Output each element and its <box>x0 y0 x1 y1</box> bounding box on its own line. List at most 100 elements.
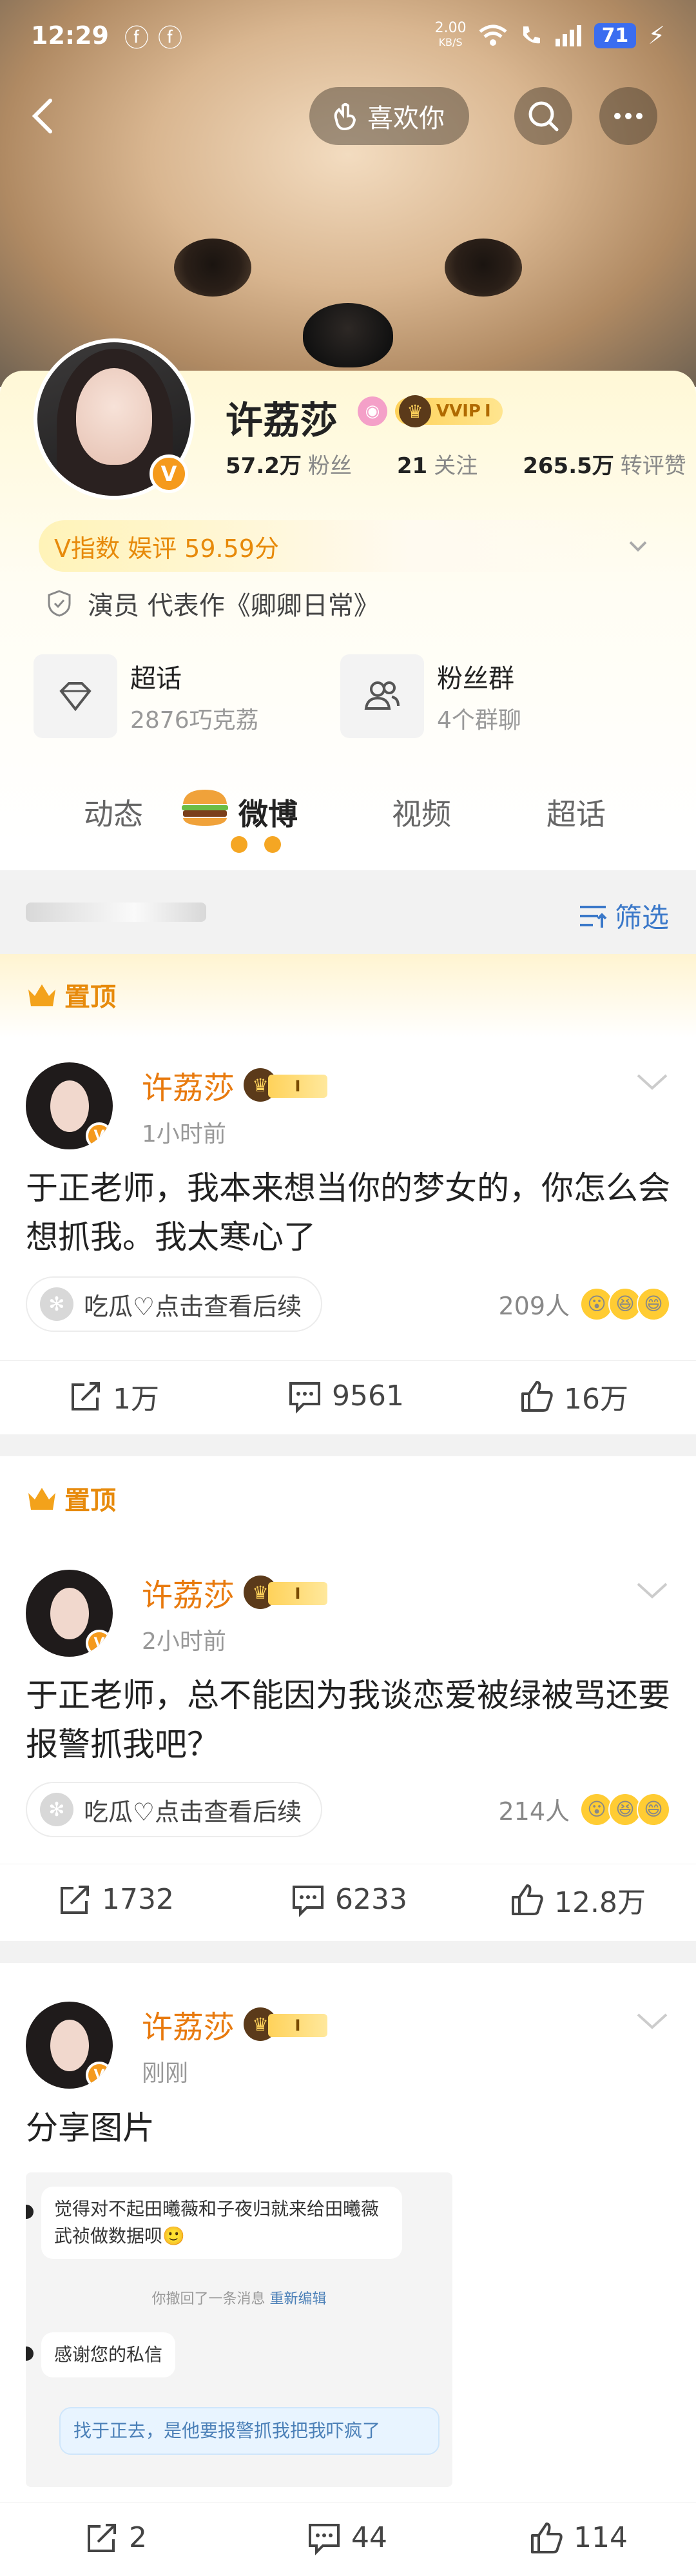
reactors-row[interactable]: 214人 😮 😆 😄 <box>498 1791 670 1827</box>
chevron-down-icon[interactable] <box>634 1070 670 1093</box>
filter-bar: 筛选 <box>0 870 696 954</box>
share-icon <box>88 2523 116 2552</box>
crown-icon <box>28 1488 55 1510</box>
supertopic-entry[interactable]: 超话 2876巧克荔 <box>34 654 259 738</box>
post-divider <box>0 1434 696 1456</box>
chevron-down-icon[interactable] <box>634 2009 670 2033</box>
occupation-row: 演员 代表作《卿卿日常》 <box>45 585 380 622</box>
supertopic-text: 超话 2876巧克荔 <box>130 658 259 735</box>
tab-supertopic[interactable]: 超话 <box>546 791 606 834</box>
post-avatar[interactable]: V <box>26 1062 113 1149</box>
sub-tab-scroller[interactable] <box>26 903 206 922</box>
share-count: 2 <box>129 2521 147 2554</box>
member-level: I <box>268 1075 328 1098</box>
like-button[interactable]: 114 <box>528 2520 628 2556</box>
tab-weibo[interactable]: 微博 <box>238 791 298 834</box>
likes-label: 转评赞 <box>620 453 686 479</box>
post-text: 分享图片 <box>26 2109 155 2147</box>
chat-avatar-dot <box>26 2347 34 2361</box>
avatar[interactable]: V <box>34 338 195 500</box>
search-tag-icon[interactable]: ◉ <box>358 396 387 426</box>
shared-image[interactable]: 觉得对不起田曦薇和子夜归就来给田曦薇武祯做数据呗🙂 你撤回了一条消息 重新编辑 … <box>26 2172 452 2487</box>
vvip-label: VVIP <box>436 402 481 421</box>
post-avatar[interactable]: V <box>26 2002 113 2089</box>
profile-stats: 57.2万 粉丝 21 关注 265.5万 转评赞 <box>226 448 686 480</box>
more-button[interactable] <box>599 87 657 145</box>
post-avatar-face <box>50 1588 89 1639</box>
v-index-text: V指数 娱评 59.59分 <box>54 534 279 563</box>
following-count[interactable]: 21 <box>397 453 427 479</box>
name-badges: ◉ ♛ VVIP I <box>358 395 503 427</box>
signal-icon <box>555 25 581 46</box>
comment-count: 44 <box>351 2521 387 2554</box>
fangroup-sub: 4个群聊 <box>437 707 521 734</box>
share-button[interactable]: 2 <box>84 2520 147 2556</box>
tab-dynamic[interactable]: 动态 <box>84 791 143 834</box>
post-username[interactable]: 许荔莎 <box>142 2002 235 2047</box>
pinned-label-row: 置顶 <box>26 976 116 1013</box>
melon-follow-button[interactable]: ✻ 吃瓜♡点击查看后续 <box>26 1782 323 1837</box>
group-icon <box>340 654 424 738</box>
back-icon[interactable] <box>24 97 63 135</box>
post-username[interactable]: 许荔莎 <box>142 1062 235 1107</box>
post-avatar-face <box>50 1080 89 1132</box>
cover-dog-eye <box>174 239 251 297</box>
search-button[interactable] <box>514 87 572 145</box>
thumbs-up-icon <box>531 2522 563 2553</box>
vvip-badge[interactable]: ♛ VVIP I <box>395 395 503 427</box>
verified-badge-icon: V <box>86 1122 113 1149</box>
chat-system-line: 你撤回了一条消息 重新编辑 <box>26 2287 452 2308</box>
profile-name: 许荔莎 <box>226 398 338 442</box>
melon-follow-button[interactable]: ✻ 吃瓜♡点击查看后续 <box>26 1276 323 1332</box>
coin-icon <box>264 836 281 853</box>
reactors-row[interactable]: 209人 😮 😆 😄 <box>498 1286 670 1322</box>
share-count: 1万 <box>113 1382 159 1416</box>
burger-icon <box>182 790 228 826</box>
comment-button[interactable]: 44 <box>306 2520 387 2556</box>
post-user-row: 许荔莎 ♛ I <box>142 1570 328 1615</box>
member-badge: ♛ I <box>244 1068 328 1102</box>
like-button[interactable]: 12.8万 <box>509 1879 646 1920</box>
filter-button[interactable]: 筛选 <box>577 896 669 935</box>
share-icon <box>61 1885 89 1914</box>
cover-dog-nose <box>303 303 393 367</box>
tab-video[interactable]: 视频 <box>392 791 451 834</box>
net-speed-value: 2.00 <box>434 20 467 36</box>
net-speed: 2.00 KB/S <box>435 21 467 50</box>
post-text: 于正老师，总不能因为我谈恋爱被绿被骂还要报警抓我吧？ <box>26 1677 670 1763</box>
melon-icon: ✻ <box>40 1287 73 1321</box>
share-button[interactable]: 1万 <box>68 1376 159 1417</box>
post-avatar[interactable]: V <box>26 1570 113 1657</box>
post-actions: 1万 9561 16万 <box>0 1360 696 1431</box>
chevron-down-icon[interactable] <box>634 1579 670 1602</box>
melon-label: 吃瓜♡点击查看后续 <box>84 1292 302 1321</box>
comment-button[interactable]: 9561 <box>287 1378 404 1414</box>
share-button[interactable]: 1732 <box>57 1882 174 1918</box>
like-button[interactable]: 16万 <box>519 1376 628 1417</box>
member-level: I <box>268 2014 328 2037</box>
post-user-row: 许荔莎 ♛ I <box>142 1062 328 1107</box>
search-icon <box>528 101 559 132</box>
post-username[interactable]: 许荔莎 <box>142 1570 235 1615</box>
net-speed-unit: KB/S <box>438 36 463 48</box>
melon-icon: ✻ <box>40 1793 73 1826</box>
post-card[interactable]: 置顶 V 许荔莎 ♛ I 2小时前 于正老师，总不能因为我谈恋爱被绿被骂还要报警… <box>0 1456 696 1941</box>
comment-count: 6233 <box>335 1883 407 1916</box>
v-index-bar[interactable]: V指数 娱评 59.59分 <box>39 520 657 572</box>
chat-avatar-dot <box>26 2205 34 2219</box>
top-nav: 喜欢你 <box>0 84 696 148</box>
vvip-level: I <box>484 402 491 421</box>
post-actions: 1732 6233 12.8万 <box>0 1864 696 1935</box>
fangroup-title: 粉丝群 <box>437 664 514 694</box>
like-you-label: 喜欢你 <box>367 104 445 133</box>
followers-count[interactable]: 57.2万 <box>226 448 302 480</box>
filter-icon <box>579 905 607 928</box>
thumbs-up-icon <box>521 1380 553 1412</box>
fangroup-entry[interactable]: 粉丝群 4个群聊 <box>340 654 521 738</box>
likes-count[interactable]: 265.5万 <box>523 448 614 480</box>
comment-button[interactable]: 6233 <box>290 1882 407 1918</box>
like-count: 114 <box>574 2521 628 2554</box>
like-you-button[interactable]: 喜欢你 <box>309 87 469 145</box>
profile-card: V 许荔莎 ◉ ♛ VVIP I 57.2万 粉丝 21 关注 265.5万 转… <box>0 338 696 853</box>
post-card[interactable]: 置顶 V 许荔莎 ♛ I 1小时前 于正老师，我本来想当你的梦女的，你怎么会想抓… <box>0 954 696 1434</box>
